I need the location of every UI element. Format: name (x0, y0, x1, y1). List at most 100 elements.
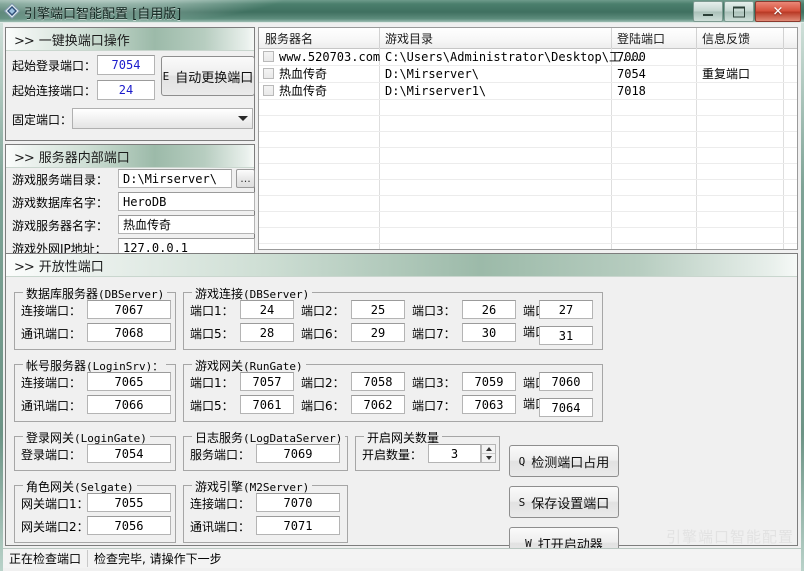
minimize-button[interactable] (693, 1, 723, 22)
gameconn-port5-input[interactable]: 28 (240, 323, 294, 342)
gameconn-port3-label: 端口3： (412, 304, 456, 318)
gameconn-port7-input[interactable]: 30 (462, 323, 516, 342)
gate-count-input[interactable]: 3 (428, 444, 481, 463)
rungate-port2-input[interactable]: 7058 (351, 372, 405, 391)
grid-row-divider (259, 115, 797, 116)
table-row[interactable]: www.520703.com C:\Users\Administrator\De… (259, 49, 797, 65)
gameconn-port6-input[interactable]: 29 (351, 323, 405, 342)
stepper-down-icon[interactable] (482, 454, 495, 462)
selgate-port2-input[interactable]: 7056 (87, 516, 171, 535)
rungate-port6-label: 端口6： (301, 399, 345, 413)
grid-column-feedback[interactable]: 信息反馈 (702, 30, 750, 47)
grid-column-server-name[interactable]: 服务器名 (265, 30, 313, 47)
maximize-button[interactable] (724, 1, 754, 22)
grid-row-divider (259, 211, 797, 212)
loginsrv-comm-port-input[interactable]: 7066 (87, 395, 171, 414)
title-bar: 引擎端口智能配置 [自用版] ✕ (0, 0, 804, 22)
rungate-port6-input[interactable]: 7062 (351, 395, 405, 414)
server-name-label: 游戏服务器名字： (12, 219, 109, 233)
status-left-text: 正在检查端口 (3, 550, 89, 567)
row-checkbox[interactable] (263, 68, 274, 79)
loginsrv-comm-port-label: 通讯端口： (21, 399, 82, 413)
m2server-comm-port-input[interactable]: 7071 (256, 516, 340, 535)
rungate-port1-input[interactable]: 7057 (240, 372, 294, 391)
save-port-settings-accel: S (518, 495, 526, 509)
gameconn-port3-input[interactable]: 26 (462, 300, 516, 319)
cell-game-dir: D:\Mirserver\ (385, 67, 479, 81)
gate-count-stepper[interactable] (481, 444, 496, 463)
start-conn-port-input[interactable]: 24 (97, 80, 155, 100)
chevron-down-icon[interactable] (234, 110, 251, 127)
rungate-port7-value: 7063 (474, 397, 504, 412)
save-port-settings-button[interactable]: S 保存设置端口 (509, 486, 619, 518)
rungate-port3-input[interactable]: 7059 (462, 372, 516, 391)
gameconn-port1-label: 端口1： (190, 304, 234, 318)
rungate-port5-input[interactable]: 7061 (240, 395, 294, 414)
gameconn-port8-value: 31 (558, 328, 574, 343)
rungate-port4-input[interactable]: 7060 (539, 372, 593, 391)
group-game-connection: 游戏连接(DBServer) 端口1： 24 端口2： 25 端口3： 26 端… (183, 285, 603, 350)
loginsrv-conn-port-input[interactable]: 7065 (87, 372, 171, 391)
row-checkbox[interactable] (263, 85, 274, 96)
rungate-port5-value: 7061 (252, 397, 282, 412)
browse-dir-button[interactable]: ... (236, 169, 255, 188)
server-name-input[interactable]: 热血传奇 (118, 215, 255, 234)
selgate-port2-value: 7056 (114, 518, 144, 533)
rungate-port7-input[interactable]: 7063 (462, 395, 516, 414)
stepper-up-icon[interactable] (482, 445, 495, 454)
grid-column-login-port[interactable]: 登陆端口 (617, 30, 665, 47)
gameconn-port5-value: 28 (259, 325, 275, 340)
close-button[interactable]: ✕ (755, 1, 801, 22)
gameconn-port2-label: 端口2： (301, 304, 345, 318)
dbserver-conn-port-value: 7067 (114, 302, 144, 317)
server-dir-input[interactable]: D:\Mirserver\ (118, 169, 232, 188)
maximize-icon (733, 6, 745, 17)
database-name-value: HeroDB (123, 194, 167, 209)
grid-column-game-dir[interactable]: 游戏目录 (385, 30, 433, 47)
quick-port-panel-title: >> 一键换端口操作 (14, 30, 130, 49)
fixed-port-select[interactable] (72, 108, 253, 129)
table-row[interactable]: 热血传奇 D:\Mirserver1\ 7018 (259, 83, 797, 99)
start-login-port-input[interactable]: 7054 (97, 55, 155, 75)
cell-feedback: 重复端口 (702, 67, 751, 81)
logingate-port-input[interactable]: 7054 (87, 444, 171, 463)
row-checkbox[interactable] (263, 51, 274, 62)
dbserver-comm-port-value: 7068 (114, 325, 144, 340)
gameconn-port5-label: 端口5： (190, 327, 234, 341)
internal-ports-panel-title-text: 服务器内部端口 (38, 151, 130, 166)
grid-header-divider (696, 28, 697, 48)
group-gate-count: 开启网关数量 开启数量： 3 (355, 429, 500, 471)
start-login-port-label: 起始登录端口： (12, 59, 97, 73)
open-ports-panel: >> 开放性端口 数据库服务器(DBServer) 连接端口： 7067 通讯端口… (5, 253, 798, 559)
m2server-conn-port-input[interactable]: 7070 (256, 493, 340, 512)
gameconn-port2-input[interactable]: 25 (351, 300, 405, 319)
table-row[interactable]: 热血传奇 D:\Mirserver\ 7054 重复端口 (259, 66, 797, 82)
group-m2server: 游戏引擎(M2Server) 连接端口： 7070 通讯端口： 7071 (183, 478, 348, 543)
quick-port-panel-title-text: 一键换端口操作 (38, 34, 130, 49)
auto-change-port-button[interactable]: E 自动更换端口 (161, 56, 255, 96)
grid-row-divider (259, 131, 797, 132)
selgate-port1-input[interactable]: 7055 (87, 493, 171, 512)
database-name-label: 游戏数据库名字： (12, 196, 109, 210)
gameconn-port1-input[interactable]: 24 (240, 300, 294, 319)
gameconn-port8-input[interactable]: 31 (539, 326, 593, 345)
loginsrv-comm-port-value: 7066 (114, 397, 144, 412)
group-logdataserver: 日志服务(LogDataServer) 服务端口： 7069 (183, 429, 348, 471)
detect-port-usage-button[interactable]: Q 检测端口占用 (509, 445, 619, 477)
gameconn-port4-input[interactable]: 27 (539, 300, 593, 319)
gate-count-label: 开启数量： (362, 448, 423, 462)
rungate-port8-input[interactable]: 7064 (539, 398, 593, 417)
close-icon: ✕ (772, 4, 784, 19)
rungate-port1-label: 端口1： (190, 376, 234, 390)
selgate-port2-label: 网关端口2： (21, 520, 89, 534)
cell-login-port: 7054 (617, 67, 646, 81)
m2server-conn-port-value: 7070 (283, 495, 313, 510)
database-name-input[interactable]: HeroDB (118, 192, 255, 211)
dbserver-comm-port-input[interactable]: 7068 (87, 323, 171, 342)
logdata-port-input[interactable]: 7069 (256, 444, 340, 463)
server-list-grid[interactable]: 服务器名 游戏目录 登陆端口 信息反馈 www.520703.com C:\Us… (258, 27, 798, 250)
rungate-port2-label: 端口2： (301, 376, 345, 390)
dbserver-conn-port-input[interactable]: 7067 (87, 300, 171, 319)
group-dbserver-caption-cn: 数据库服务器 (26, 287, 99, 301)
status-right-text: 检查完毕, 请操作下一步 (94, 552, 222, 566)
